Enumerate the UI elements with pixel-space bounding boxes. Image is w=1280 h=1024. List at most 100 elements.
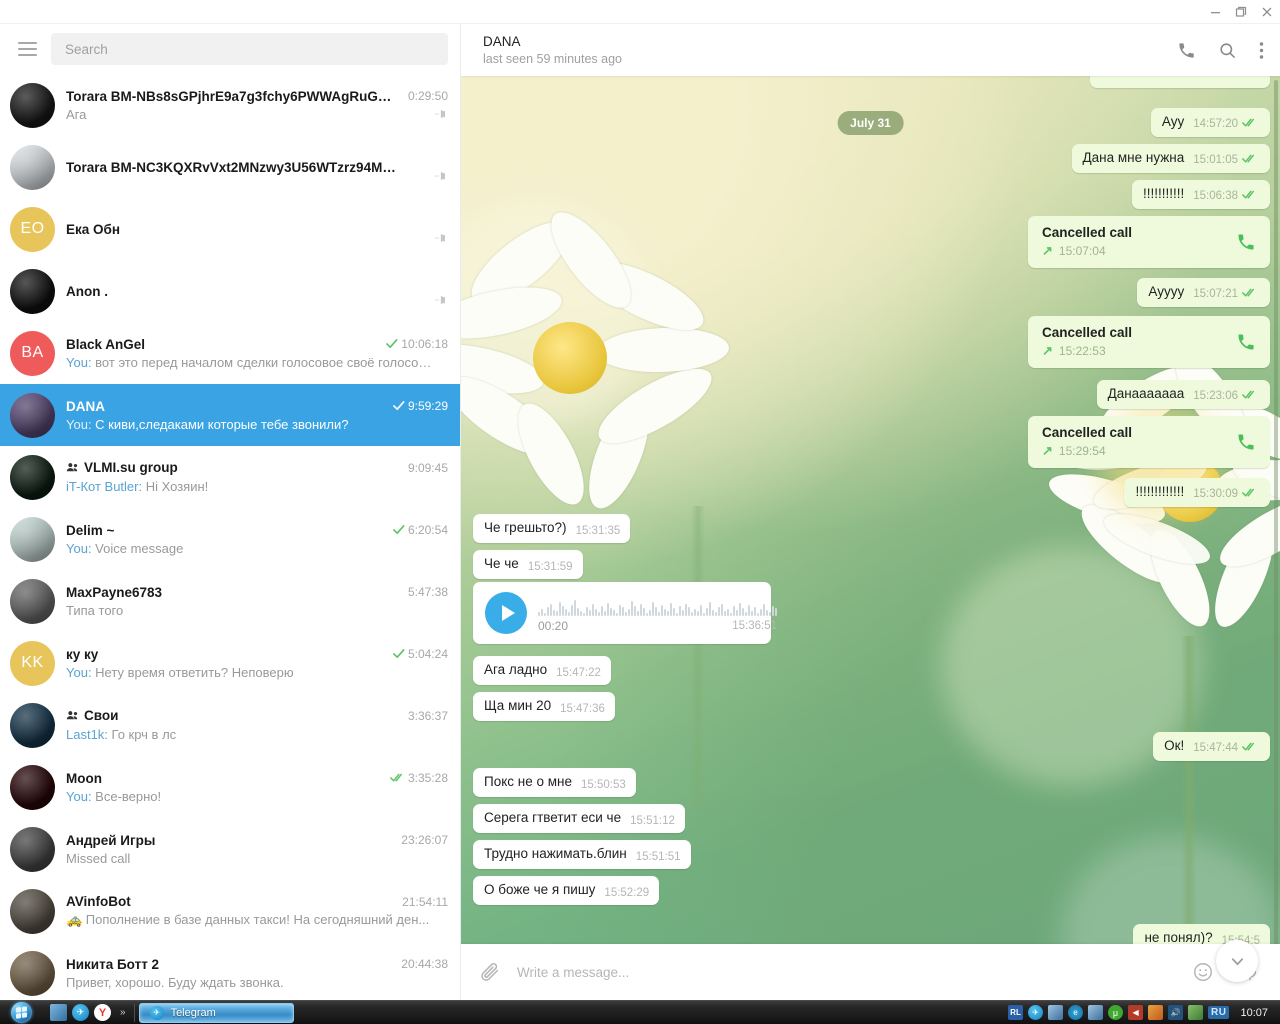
chat-list-item[interactable]: MaxPayne6783 5:47:38 Типа того [0, 570, 460, 632]
chat-name: MaxPayne6783 [66, 584, 163, 600]
chat-name: Свои [66, 708, 118, 723]
yandex-icon[interactable]: Y [94, 1004, 111, 1021]
message-list[interactable]: July 31 Ауу 14:57:20 Дана мне нужна 15:01:05… [461, 76, 1280, 944]
phone-icon[interactable] [1188, 232, 1256, 252]
message-bubble[interactable]: Че грешьто?) 15:31:35 [473, 514, 631, 543]
chat-list-item[interactable]: EO Ека Обн [0, 198, 460, 260]
message-bubble[interactable]: Дана мне нужна 15:01:05 [1071, 144, 1270, 173]
message-bubble[interactable]: Ауууу 15:07:21 [1137, 278, 1270, 307]
show-desktop-icon[interactable] [50, 1004, 67, 1021]
search-placeholder: Search [65, 41, 108, 57]
waveform[interactable] [538, 594, 777, 616]
chat-time: 10:06:18 [378, 337, 448, 351]
call-meta: ↗ 15:07:04 [1042, 243, 1132, 259]
paint-icon[interactable] [1148, 1005, 1164, 1020]
call-time: 15:29:54 [1058, 444, 1106, 458]
message-bubble[interactable]: Трудно нажимать.блин 15:51:51 [473, 840, 691, 869]
avatar [10, 702, 55, 748]
paperclip-icon[interactable] [479, 961, 501, 983]
maximize-button[interactable] [1228, 0, 1254, 24]
message-bubble[interactable] [1090, 76, 1270, 88]
chat-scrollbar[interactable] [1274, 80, 1278, 960]
phone-icon[interactable] [1188, 432, 1256, 452]
search-input[interactable]: Search [51, 33, 448, 65]
cancelled-call-bubble[interactable]: Cancelled call ↗ 15:07:04 [1028, 216, 1270, 268]
read-tick-icon [1242, 117, 1260, 131]
message-bubble[interactable]: О боже че я пишу 15:52:29 [473, 876, 660, 905]
monitor-icon[interactable] [1048, 1005, 1064, 1020]
rl-icon[interactable]: RL [1008, 1005, 1024, 1020]
cancelled-call-bubble[interactable]: Cancelled call ↗ 15:29:54 [1028, 416, 1270, 468]
chat-list-item[interactable]: Torara BM-NC3KQXRvVxt2MNzwy3U56WTzrz94MA… [0, 136, 460, 198]
taskbar-clock[interactable]: 10:07 [1234, 1007, 1272, 1019]
message-bubble[interactable]: Ок! 15:47:44 [1153, 732, 1270, 761]
language-indicator[interactable]: RU [1208, 1006, 1230, 1019]
chat-list-item[interactable]: Андрей Игры 23:26:07 Missed call [0, 818, 460, 880]
phone-icon[interactable] [1188, 332, 1256, 352]
minimize-button[interactable] [1202, 0, 1228, 24]
message-time: 14:57:20 [1193, 117, 1260, 131]
message-bubble[interactable]: Данааааааа 15:23:06 [1096, 380, 1270, 409]
menu-icon[interactable] [10, 32, 44, 66]
cancelled-call-bubble[interactable]: Cancelled call ↗ 15:22:53 [1028, 316, 1270, 368]
message-time: 15:51:12 [630, 814, 675, 827]
chat-list-item[interactable]: DANA 9:59:29 You: С киви,следаками которые… [0, 384, 460, 446]
message-bubble[interactable]: Че че 15:31:59 [473, 550, 583, 579]
message-bubble[interactable]: не понял)?15:54:5 [1133, 924, 1270, 944]
taskbar-item-telegram[interactable]: ✈ Telegram [138, 1002, 294, 1023]
utorrent-icon[interactable]: μ [1108, 1005, 1124, 1020]
play-button[interactable] [485, 592, 527, 634]
close-button[interactable] [1254, 0, 1280, 24]
chat-list-item[interactable]: AVinfoBot 21:54:11 🚕 Пополнение в базе дан… [0, 880, 460, 942]
monitor2-icon[interactable] [1088, 1005, 1104, 1020]
avatar: KK [10, 640, 55, 686]
network-icon[interactable] [1188, 1005, 1204, 1020]
telegram-tray-icon[interactable]: ✈ [1028, 1005, 1044, 1020]
message-text: Ща мин 20 [484, 698, 552, 713]
telegram-icon[interactable]: ✈ [72, 1004, 89, 1021]
message-bubble[interactable]: Ща мин 20 15:47:36 [473, 692, 615, 721]
chat-preview: Типа того [66, 602, 124, 618]
start-button[interactable] [0, 1001, 42, 1024]
phone-icon[interactable] [1177, 41, 1196, 60]
scroll-to-bottom-button[interactable] [1216, 940, 1258, 982]
more-vertical-icon[interactable] [1259, 41, 1264, 60]
chat-list[interactable]: Torara BM-NBs8sGPjhrE9a7g3fchy6PWWAgRuGV… [0, 74, 460, 1000]
chat-list-item[interactable]: Свои 3:36:37 Last1k: Го крч в лс [0, 694, 460, 756]
chat-preview: You: Все-верно! [66, 788, 162, 804]
message-bubble[interactable]: Ауу 14:57:20 [1150, 108, 1270, 137]
overflow-chevron-icon[interactable]: » [116, 1007, 130, 1018]
message-time: 15:06:38 [1193, 189, 1260, 203]
volume-icon[interactable]: 🔊 [1168, 1005, 1184, 1020]
call-time: 15:07:04 [1058, 244, 1106, 258]
pro-icon[interactable]: e [1068, 1005, 1084, 1020]
search-icon[interactable] [1218, 41, 1237, 60]
chat-preview: Привет, хорошо. Буду ждать звонка. [66, 974, 284, 990]
message-input[interactable]: Write a message... [517, 965, 1192, 980]
avatar: BA [10, 330, 55, 376]
chat-list-item[interactable]: Никита Ботт 2 20:44:38 Привет, хорошо. Буд… [0, 942, 460, 1000]
read-tick-icon [386, 338, 398, 351]
chat-list-item[interactable]: VLMI.su group 9:09:45 iT-Кот Butler: Ні Хо… [0, 446, 460, 508]
chat-time: 9:09:45 [407, 461, 448, 475]
smiley-icon[interactable] [1192, 961, 1214, 983]
message-time: 15:23:06 [1193, 389, 1260, 403]
read-tick-icon [1242, 153, 1260, 167]
message-bubble[interactable]: Ага ладно 15:47:22 [473, 656, 611, 685]
chat-list-item[interactable]: Delim ~ 6:20:54 You: Voice message [0, 508, 460, 570]
chat-list-item[interactable]: BA Black AnGel 10:06:18 You: вот это перед … [0, 322, 460, 384]
chat-subtitle: last seen 59 minutes ago [483, 52, 622, 66]
chat-list-item[interactable]: KK ку ку 5:04:24 You: Нету время ответить? … [0, 632, 460, 694]
avatar [10, 950, 55, 996]
message-bubble[interactable]: !!!!!!!!!!!!! 15:30:09 [1124, 478, 1270, 507]
message-bubble[interactable]: Серега гтветит еси че 15:51:12 [473, 804, 685, 833]
chat-list-item[interactable]: Torara BM-NBs8sGPjhrE9a7g3fchy6PWWAgRuGV… [0, 74, 460, 136]
chat-list-item[interactable]: Anon . [0, 260, 460, 322]
chat-list-item[interactable]: Moon 3:35:28 You: Все-верно! [0, 756, 460, 818]
voice-message-bubble[interactable]: 00:20 15:36:51 [473, 582, 777, 644]
message-bubble[interactable]: !!!!!!!!!!! 15:06:38 [1131, 180, 1270, 209]
speaker-icon[interactable]: ◀ [1128, 1005, 1144, 1020]
message-time: 15:47:36 [560, 702, 605, 715]
message-bubble[interactable]: Покс не о мне 15:50:53 [473, 768, 636, 797]
message-text: Ауууу [1148, 284, 1185, 299]
